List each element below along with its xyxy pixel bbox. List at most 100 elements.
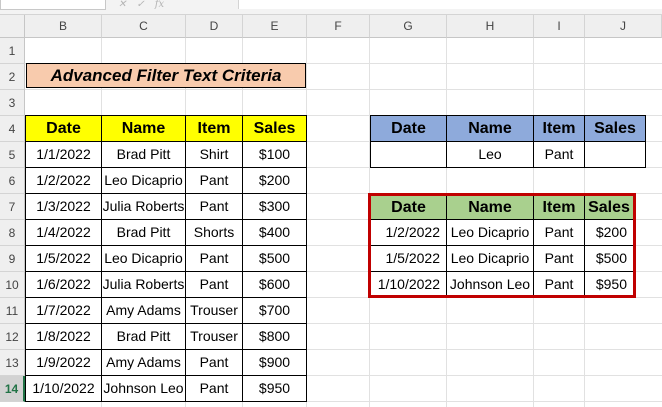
criteria-date-cell[interactable]: [370, 142, 447, 168]
function-icon[interactable]: fx: [155, 0, 164, 10]
column-header-h[interactable]: H: [447, 15, 534, 38]
cell-name[interactable]: Brad Pitt: [102, 324, 186, 350]
cell-item[interactable]: Pant: [186, 246, 243, 272]
cell-name[interactable]: Leo Dicaprio: [447, 246, 534, 272]
column-header-g[interactable]: G: [370, 15, 447, 38]
row-header-7[interactable]: 7: [0, 194, 25, 220]
cell-name[interactable]: Brad Pitt: [102, 220, 186, 246]
cell-date[interactable]: 1/2/2022: [370, 220, 447, 246]
criteria-name-cell[interactable]: Leo: [447, 142, 534, 168]
formula-bar: ✕ ✓ fx: [0, 0, 662, 15]
cell-name[interactable]: Amy Adams: [102, 298, 186, 324]
cell-sales[interactable]: $500: [585, 246, 634, 272]
criteria-header-date[interactable]: Date: [370, 115, 447, 142]
cell-date[interactable]: 1/3/2022: [25, 194, 102, 220]
cell-item[interactable]: Pant: [534, 220, 585, 246]
cell-item[interactable]: Trouser: [186, 324, 243, 350]
criteria-item-cell[interactable]: Pant: [534, 142, 585, 168]
row-header-9[interactable]: 9: [0, 246, 25, 272]
cell-sales[interactable]: $600: [243, 272, 307, 298]
cell-date[interactable]: 1/10/2022: [25, 376, 102, 402]
row-header-10[interactable]: 10: [0, 272, 25, 298]
cell-item[interactable]: Pant: [534, 246, 585, 272]
row-header-5[interactable]: 5: [0, 142, 25, 168]
cell-sales[interactable]: $100: [243, 142, 307, 168]
data-header-item[interactable]: Item: [186, 115, 243, 142]
formula-input[interactable]: [238, 0, 662, 9]
cell-sales[interactable]: $500: [243, 246, 307, 272]
data-header-date[interactable]: Date: [25, 115, 102, 142]
cell-name[interactable]: Leo Dicaprio: [102, 246, 186, 272]
cell-date[interactable]: 1/1/2022: [25, 142, 102, 168]
cell-date[interactable]: 1/5/2022: [25, 246, 102, 272]
column-header-j[interactable]: J: [585, 15, 662, 38]
cell-date[interactable]: 1/7/2022: [25, 298, 102, 324]
cell-sales[interactable]: $950: [585, 272, 634, 296]
row-header-8[interactable]: 8: [0, 220, 25, 246]
criteria-sales-cell[interactable]: [585, 142, 646, 168]
row-header-2[interactable]: 2: [0, 64, 25, 90]
cell-date[interactable]: 1/2/2022: [25, 168, 102, 194]
row-header-3[interactable]: 3: [0, 90, 25, 116]
name-box[interactable]: [0, 0, 106, 10]
cell-sales[interactable]: $200: [243, 168, 307, 194]
cell-sales[interactable]: $200: [585, 220, 634, 246]
cell-date[interactable]: 1/9/2022: [25, 350, 102, 376]
cell-name[interactable]: Leo Dicaprio: [102, 168, 186, 194]
result-header-sales[interactable]: Sales: [585, 195, 634, 220]
row-header-13[interactable]: 13: [0, 350, 25, 376]
row-header-12[interactable]: 12: [0, 324, 25, 350]
cell-date[interactable]: 1/8/2022: [25, 324, 102, 350]
cell-date[interactable]: 1/10/2022: [370, 272, 447, 296]
column-header-f[interactable]: F: [307, 15, 370, 38]
column-header-b[interactable]: B: [25, 15, 102, 38]
cell-sales[interactable]: $800: [243, 324, 307, 350]
cell-item[interactable]: Pant: [186, 376, 243, 402]
cell-sales[interactable]: $950: [243, 376, 307, 402]
column-header-i[interactable]: I: [534, 15, 585, 38]
row-header-4[interactable]: 4: [0, 116, 25, 142]
cell-date[interactable]: 1/6/2022: [25, 272, 102, 298]
enter-icon[interactable]: ✓: [136, 0, 144, 10]
cell-item[interactable]: Pant: [186, 168, 243, 194]
result-header-name[interactable]: Name: [447, 195, 534, 220]
criteria-header-name[interactable]: Name: [447, 115, 534, 142]
column-header-e[interactable]: E: [243, 15, 307, 38]
row-header-11[interactable]: 11: [0, 298, 25, 324]
result-header-item[interactable]: Item: [534, 195, 585, 220]
cell-name[interactable]: Leo Dicaprio: [447, 220, 534, 246]
sheet-title[interactable]: Advanced Filter Text Criteria: [26, 63, 306, 88]
cancel-icon[interactable]: ✕: [118, 0, 126, 10]
criteria-header-sales[interactable]: Sales: [585, 115, 646, 142]
cell-item[interactable]: Pant: [186, 350, 243, 376]
cell-item[interactable]: Trouser: [186, 298, 243, 324]
cell-sales[interactable]: $300: [243, 194, 307, 220]
cell-sales[interactable]: $400: [243, 220, 307, 246]
cell-item[interactable]: Pant: [534, 272, 585, 296]
column-header-d[interactable]: D: [186, 15, 243, 38]
data-header-name[interactable]: Name: [102, 115, 186, 142]
row-header-14[interactable]: 14: [0, 376, 25, 402]
cell-name[interactable]: Johnson Leo: [447, 272, 534, 296]
cell-date[interactable]: 1/5/2022: [370, 246, 447, 272]
formula-buttons: ✕ ✓ fx: [118, 0, 238, 10]
cell-item[interactable]: Pant: [186, 272, 243, 298]
criteria-header-item[interactable]: Item: [534, 115, 585, 142]
cell-name[interactable]: Julia Roberts: [102, 272, 186, 298]
cell-date[interactable]: 1/4/2022: [25, 220, 102, 246]
cell-item[interactable]: Shirt: [186, 142, 243, 168]
select-all-corner[interactable]: [0, 15, 25, 38]
cell-name[interactable]: Brad Pitt: [102, 142, 186, 168]
row-header-1[interactable]: 1: [0, 38, 25, 64]
cell-sales[interactable]: $900: [243, 350, 307, 376]
cell-name[interactable]: Julia Roberts: [102, 194, 186, 220]
data-header-sales[interactable]: Sales: [243, 115, 307, 142]
result-header-date[interactable]: Date: [370, 195, 447, 220]
column-header-c[interactable]: C: [102, 15, 186, 38]
cell-name[interactable]: Johnson Leo: [102, 376, 186, 402]
cell-sales[interactable]: $700: [243, 298, 307, 324]
cell-name[interactable]: Amy Adams: [102, 350, 186, 376]
cell-item[interactable]: Shorts: [186, 220, 243, 246]
row-header-6[interactable]: 6: [0, 168, 25, 194]
cell-item[interactable]: Pant: [186, 194, 243, 220]
